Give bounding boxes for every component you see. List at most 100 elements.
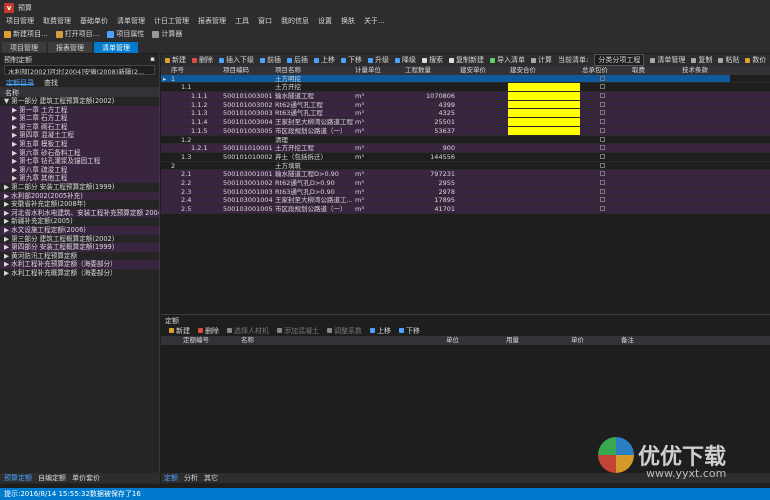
cell-fee[interactable] — [630, 196, 680, 204]
cell-unit[interactable]: m³ — [353, 144, 403, 152]
tree-item[interactable]: ▶ 第八章 疏浚工程 — [0, 165, 159, 175]
cell-name[interactable]: 王家封至大柳湾公路道工程 — [273, 118, 353, 126]
cell-contract-price[interactable] — [580, 136, 630, 144]
tree-item[interactable]: ▼ 第一部分 建筑工程预算定额(2002) — [0, 97, 159, 106]
cell-total-price[interactable] — [508, 162, 580, 170]
cell-qty[interactable] — [403, 162, 458, 170]
cell-terms[interactable] — [680, 196, 730, 204]
cell-unit-price[interactable] — [458, 136, 508, 144]
cell-unit[interactable]: m³ — [353, 92, 403, 100]
cell-qty[interactable]: 4325 — [403, 109, 458, 117]
tab-quota-catalog[interactable]: 定额目录 — [6, 78, 34, 87]
cell-unit[interactable] — [353, 83, 403, 91]
cell-contract-price[interactable] — [580, 153, 630, 161]
cell-unit[interactable]: m³ — [353, 109, 403, 117]
cell-contract-price[interactable] — [580, 196, 630, 204]
detail-tool-2[interactable]: 选择人材机 — [227, 326, 269, 336]
cell-total-price[interactable] — [508, 170, 580, 178]
menu-item-5[interactable]: 报表管理 — [198, 16, 226, 26]
table-row[interactable]: 2 土方填筑 — [161, 162, 770, 171]
cell-terms[interactable] — [680, 179, 730, 187]
cell-name[interactable]: 清理 — [273, 136, 353, 144]
grid-header-0[interactable]: 序号 — [169, 66, 221, 75]
grid-tool-17[interactable]: 粘贴 — [718, 55, 739, 65]
cell-total-price[interactable] — [508, 83, 580, 92]
checkbox[interactable] — [600, 171, 605, 177]
cell-contract-price[interactable] — [580, 118, 630, 126]
cell-fee[interactable] — [630, 74, 680, 83]
cell-fee[interactable] — [630, 127, 680, 135]
menu-item-11[interactable]: 关于... — [364, 16, 385, 26]
pin-icon[interactable]: ▪ — [150, 55, 155, 63]
cell-qty[interactable]: 2978 — [403, 188, 458, 196]
tree-item[interactable]: ▶ 水利工程补充概算定额（海委部分） — [0, 269, 159, 278]
checkbox[interactable] — [600, 179, 605, 185]
detail-tool-4[interactable]: 调整系数 — [327, 326, 362, 336]
cell-contract-price[interactable] — [580, 144, 630, 152]
cell-unit-price[interactable] — [458, 109, 508, 117]
cell-name[interactable]: 输水隧道工程D>0.90 — [273, 170, 353, 178]
cell-unit-price[interactable] — [458, 205, 508, 213]
cell-unit-price[interactable] — [458, 92, 508, 100]
tree-item[interactable]: ▶ 第四章 混凝土工程 — [0, 131, 159, 140]
cell-total-price[interactable] — [508, 126, 580, 135]
tree-item[interactable]: ▶ 第六章 砂石备料工程 — [0, 148, 159, 158]
grid-tool-8[interactable]: 降级 — [395, 55, 416, 65]
cell-contract-price[interactable] — [580, 162, 630, 170]
checkbox[interactable] — [600, 119, 605, 125]
cell-unit[interactable]: m³ — [353, 118, 403, 126]
cell-total-price[interactable] — [508, 100, 580, 109]
tree-item[interactable]: ▶ 第五章 模板工程 — [0, 139, 159, 149]
grid-tool-9[interactable]: 搜索 — [422, 55, 443, 65]
cell-fee[interactable] — [630, 144, 680, 152]
cell-name[interactable]: 弃土（包括拆迁） — [273, 153, 353, 161]
cell-contract-price[interactable] — [580, 170, 630, 178]
cell-unit[interactable]: m³ — [353, 153, 403, 161]
cell-code[interactable]: 500103001005 — [221, 205, 273, 213]
tab-2[interactable]: 清单管理 — [94, 42, 138, 53]
table-row[interactable]: ▸ 1 土方明挖 — [161, 74, 770, 84]
grid-tool-6[interactable]: 下移 — [341, 55, 362, 65]
menu-item-4[interactable]: 计日工管理 — [154, 16, 189, 26]
cell-unit[interactable] — [353, 74, 403, 83]
grid-tool-16[interactable]: 复制 — [691, 55, 712, 65]
cell-name[interactable]: 土方明挖 — [273, 74, 353, 83]
cell-terms[interactable] — [680, 74, 730, 83]
cell-fee[interactable] — [630, 118, 680, 126]
cell-total-price[interactable] — [508, 74, 580, 83]
cell-total-price[interactable] — [508, 205, 580, 213]
tab-0[interactable]: 项目管理 — [2, 42, 46, 53]
cell-unit-price[interactable] — [458, 74, 508, 83]
cell-contract-price[interactable] — [580, 92, 630, 100]
menu-item-10[interactable]: 换肤 — [341, 16, 355, 26]
cell-no[interactable]: 1.2.1 — [169, 144, 221, 152]
grid-header-9[interactable]: 技术条款 — [680, 66, 730, 75]
checkbox[interactable] — [600, 153, 605, 159]
menu-item-0[interactable]: 项目管理 — [6, 16, 34, 26]
cell-qty[interactable]: 17895 — [403, 196, 458, 204]
tree-item[interactable]: ▶ 第三部分 建筑工程概算定额(2002) — [0, 235, 159, 244]
menu-item-2[interactable]: 基础单价 — [80, 16, 108, 26]
toolbar-button-2[interactable]: 项目属性 — [107, 29, 144, 39]
cell-code[interactable] — [221, 136, 273, 144]
checkbox[interactable] — [600, 188, 605, 194]
menu-item-9[interactable]: 设置 — [318, 16, 332, 26]
cell-terms[interactable] — [680, 83, 730, 91]
cell-no[interactable]: 1 — [169, 74, 221, 83]
table-row[interactable]: 1.1 土方开挖 — [161, 83, 770, 93]
cell-code[interactable]: 500103001003 — [221, 188, 273, 196]
cell-terms[interactable] — [680, 92, 730, 100]
cell-no[interactable]: 2.4 — [169, 196, 221, 204]
cell-unit[interactable] — [353, 136, 403, 144]
left-footer-tab-0[interactable]: 预算定额 — [4, 473, 32, 483]
cell-total-price[interactable] — [508, 188, 580, 196]
cell-code[interactable]: 500101010002 — [221, 153, 273, 161]
tab-1[interactable]: 报表管理 — [48, 42, 92, 53]
grid-tool-14[interactable]: 分类分项工程 — [594, 54, 645, 66]
cell-terms[interactable] — [680, 162, 730, 170]
cell-total-price[interactable] — [508, 179, 580, 187]
cell-name[interactable]: 土方开挖工程 — [273, 144, 353, 152]
grid-tool-5[interactable]: 上移 — [314, 55, 335, 65]
cell-unit[interactable]: m³ — [353, 179, 403, 187]
table-row[interactable]: 1.1.5 500101003005 市区段规划公路道（一） m³ 53637 — [161, 126, 770, 136]
